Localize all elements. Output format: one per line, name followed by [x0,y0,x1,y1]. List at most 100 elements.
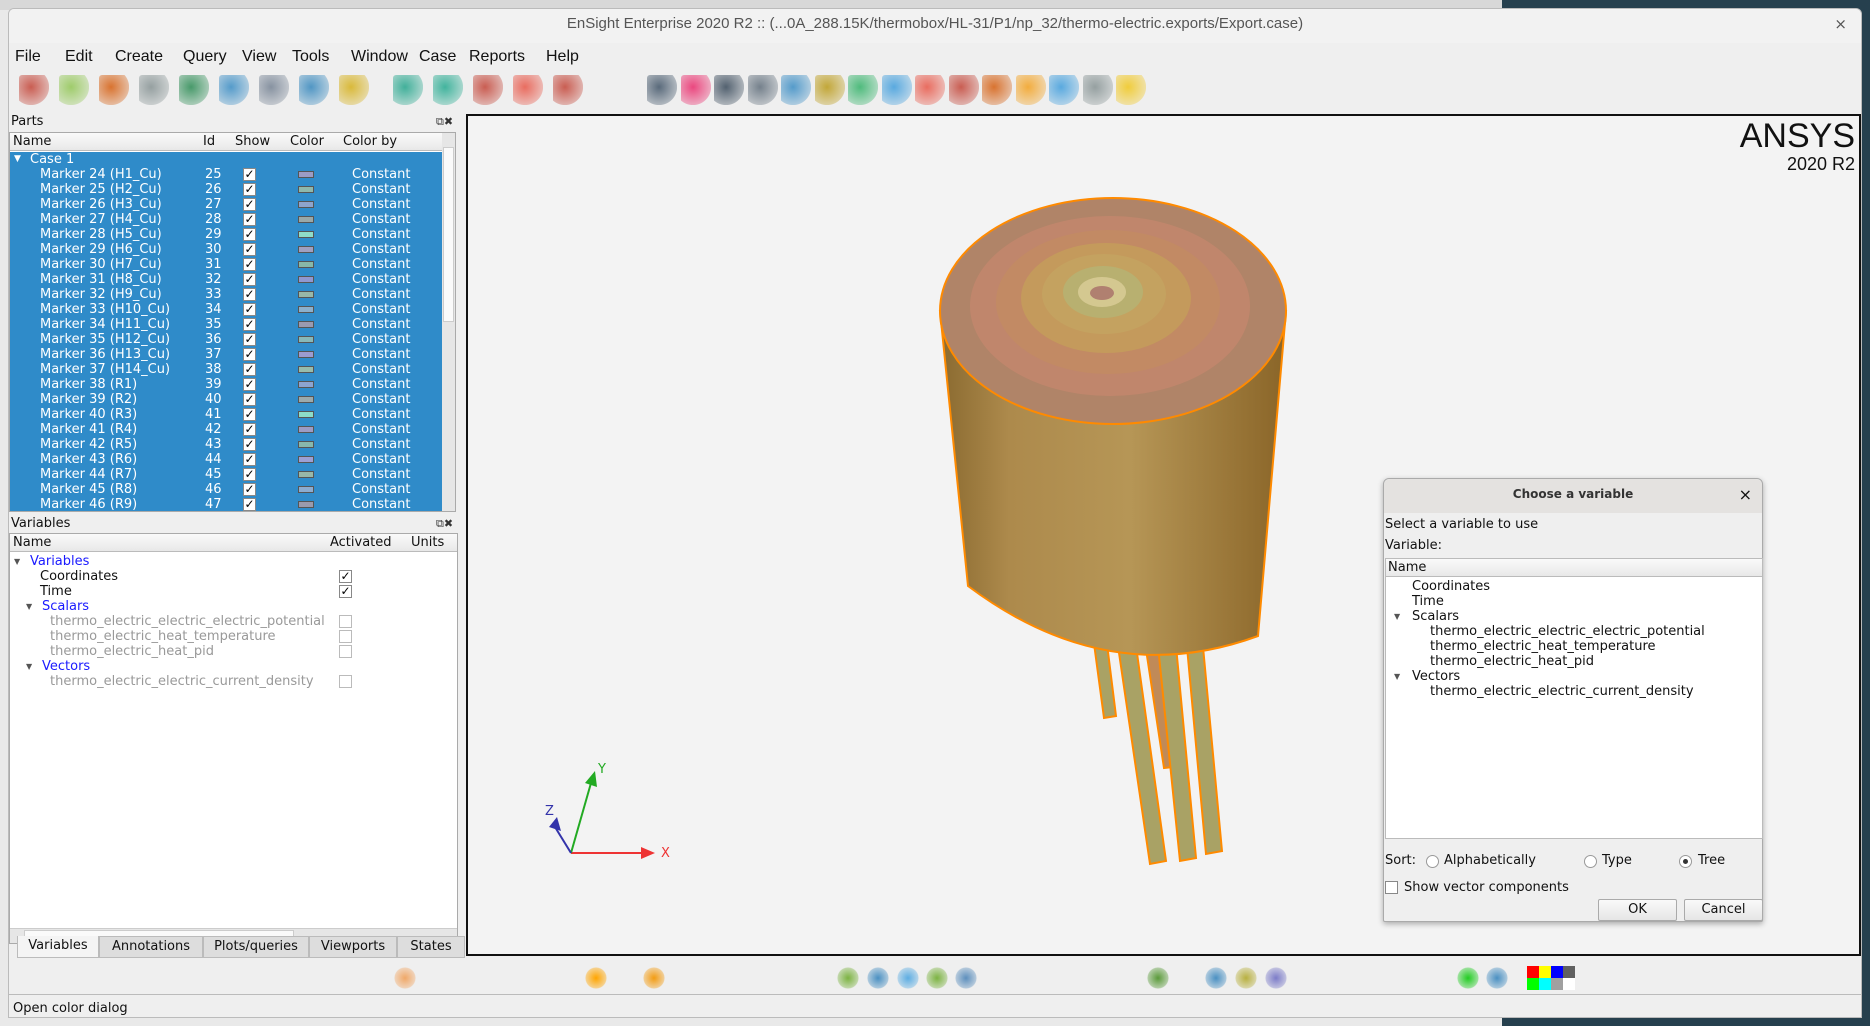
palette-color[interactable] [1539,966,1551,978]
col-activated[interactable]: Activated [330,535,392,550]
clip-icon[interactable] [473,75,503,105]
col-color-by[interactable]: Color by [343,134,397,149]
menu-case[interactable]: Case [419,48,456,66]
variable-row[interactable]: ▼ Vectors [10,659,457,674]
arrow-icon[interactable] [897,967,919,989]
part-row[interactable]: Marker 28 (H5_Cu) 29 ✓ Constant [10,227,442,242]
color-swatch[interactable] [298,321,314,328]
color-wheel-icon[interactable] [680,75,711,105]
col-units[interactable]: Units [411,535,444,550]
clapper-icon[interactable] [299,75,329,105]
rotate-icon[interactable] [1205,967,1227,989]
part-row[interactable]: Marker 29 (H6_Cu) 30 ✓ Constant [10,242,442,257]
sort-tree-label[interactable]: Tree [1698,853,1725,868]
activated-checkbox[interactable]: ✓ [339,585,352,598]
back-icon[interactable] [1265,967,1287,989]
col-id[interactable]: Id [203,134,215,149]
parts-icon[interactable] [19,75,49,105]
light-icon[interactable] [1015,75,1046,105]
case-row[interactable]: ▼ Case 1 [10,152,442,167]
window-close-button[interactable]: × [1834,9,1847,39]
menu-create[interactable]: Create [115,48,163,66]
col-color[interactable]: Color [290,134,324,149]
color-swatch[interactable] [298,336,314,343]
dialog-close-button[interactable]: × [1739,485,1752,504]
palette-color[interactable] [1539,978,1551,990]
col-show[interactable]: Show [235,134,270,149]
dialog-variable-row[interactable]: Time [1386,594,1762,609]
lightning-icon[interactable] [1116,75,1146,105]
show-checkbox[interactable]: ✓ [243,468,256,481]
ok-button[interactable]: OK [1598,899,1677,921]
query-icon[interactable] [139,75,169,105]
variable-row[interactable]: thermo_electric_heat_pid [10,644,457,659]
variable-row[interactable]: thermo_electric_electric_current_density [10,674,457,689]
zoom-box-icon[interactable] [837,967,859,989]
tab-annotations[interactable]: Annotations [99,936,203,958]
expand-arrow-icon[interactable]: ▼ [1394,609,1400,624]
hidden-line-icon[interactable] [814,75,845,105]
part-row[interactable]: Marker 39 (R2) 40 ✓ Constant [10,392,442,407]
color-swatch[interactable] [298,486,314,493]
tools-icon[interactable] [955,967,977,989]
subset-icon[interactable] [948,75,979,105]
visibility-eye-icon[interactable] [647,75,677,105]
part-row[interactable]: Marker 24 (H1_Cu) 25 ✓ Constant [10,167,442,182]
color-swatch[interactable] [298,261,314,268]
color-swatch[interactable] [298,171,314,178]
expand-arrow-icon[interactable]: ▼ [14,152,21,167]
triangle-icon[interactable] [848,75,878,105]
elevated-surface-icon[interactable] [593,75,623,105]
cancel-button[interactable]: Cancel [1684,899,1763,921]
color-swatch[interactable] [298,471,314,478]
dialog-variable-row[interactable]: thermo_electric_electric_electric_potent… [1386,624,1762,639]
show-checkbox[interactable]: ✓ [243,183,256,196]
palette-color[interactable] [1551,978,1563,990]
color-swatch[interactable] [298,501,314,508]
color-swatch[interactable] [298,186,314,193]
info-icon[interactable] [1457,967,1479,989]
hidden-line-icon[interactable] [614,967,636,989]
show-checkbox[interactable]: ✓ [243,288,256,301]
color-swatch[interactable] [298,441,314,448]
show-checkbox[interactable]: ✓ [243,498,256,511]
menu-file[interactable]: File [15,48,41,66]
variable-row[interactable]: Time ✓ [10,584,457,599]
sort-type-label[interactable]: Type [1602,853,1632,868]
sort-tree-radio[interactable] [1679,855,1692,868]
volume-cube-icon[interactable] [781,75,811,105]
palette-color[interactable] [1527,966,1539,978]
book-icon[interactable] [259,75,289,105]
part-row[interactable]: Marker 35 (H12_Cu) 36 ✓ Constant [10,332,442,347]
node-icon[interactable] [881,75,912,105]
expand-arrow-icon[interactable]: ▼ [26,599,32,614]
color-swatch[interactable] [298,411,314,418]
panel-float-close-icons[interactable]: ⧉✖ [436,115,453,129]
activated-checkbox[interactable]: ✓ [339,570,352,583]
part-row[interactable]: Marker 31 (H8_Cu) 32 ✓ Constant [10,272,442,287]
box-icon[interactable] [1049,75,1079,105]
part-row[interactable]: Marker 41 (R4) 42 ✓ Constant [10,422,442,437]
step-icon[interactable] [926,967,948,989]
light-icon[interactable] [643,967,665,989]
part-row[interactable]: Marker 25 (H2_Cu) 26 ✓ Constant [10,182,442,197]
part-row[interactable]: Marker 27 (H4_Cu) 28 ✓ Constant [10,212,442,227]
shading-icon[interactable] [1082,75,1113,105]
col-name[interactable]: Name [1388,560,1426,575]
variable-row[interactable]: ▼ Variables [10,554,457,569]
dialog-variable-row[interactable]: Coordinates [1386,579,1762,594]
col-name[interactable]: Name [13,535,51,550]
show-checkbox[interactable]: ✓ [243,333,256,346]
show-vector-components-checkbox[interactable] [1385,881,1398,894]
menu-window[interactable]: Window [351,48,408,66]
color-swatch[interactable] [298,366,314,373]
part-row[interactable]: Marker 26 (H3_Cu) 27 ✓ Constant [10,197,442,212]
menu-view[interactable]: View [242,48,276,66]
panel-float-close-icons[interactable]: ⧉✖ [436,517,453,531]
part-row[interactable]: Marker 40 (R3) 41 ✓ Constant [10,407,442,422]
parts-scrollbar[interactable] [442,133,455,511]
activated-checkbox[interactable] [339,615,352,628]
part-row[interactable]: Marker 33 (H10_Cu) 34 ✓ Constant [10,302,442,317]
tab-variables[interactable]: Variables [17,936,99,958]
color-swatch[interactable] [298,351,314,358]
